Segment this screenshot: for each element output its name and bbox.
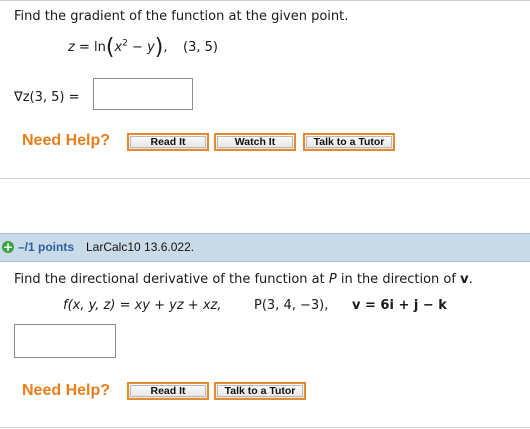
q2-point: P(3, 4, −3), xyxy=(254,298,329,313)
q2-vector: v = 6i + j − k xyxy=(352,298,447,313)
section-divider xyxy=(0,178,530,179)
q1-watch-it-button[interactable]: Watch It xyxy=(214,133,296,151)
q2-question-id: LarCalc10 13.6.022. xyxy=(86,240,195,254)
q1-talk-to-tutor-button[interactable]: Talk to a Tutor xyxy=(303,133,395,151)
q2-header: + –/1 points LarCalc10 13.6.022. xyxy=(0,233,530,262)
q2-need-help: Need Help? xyxy=(22,382,111,399)
q1-equals: = xyxy=(78,40,90,55)
q1-need-help: Need Help? xyxy=(22,132,111,149)
q2-prompt: Find the directional derivative of the f… xyxy=(14,272,473,287)
q1-minus: − xyxy=(132,40,143,55)
q2-prompt-v: v xyxy=(460,272,469,287)
q1-function: z = ln(x2 − y), xyxy=(68,35,168,60)
q2-read-it-button[interactable]: Read It xyxy=(127,382,209,400)
q1-answer-label: ∇z(3, 5) = xyxy=(14,90,80,105)
q2-prompt-end: . xyxy=(468,272,473,287)
q1-ln: ln xyxy=(94,40,106,55)
q1-exponent: 2 xyxy=(122,38,128,49)
q2-func: f(x, y, z) = xy + yz + xz, xyxy=(63,298,222,313)
top-divider xyxy=(0,0,530,1)
q1-z: z xyxy=(68,40,75,55)
q1-point: (3, 5) xyxy=(183,40,218,55)
q1-answer-input[interactable] xyxy=(93,78,193,110)
q2-prompt-start: Find the directional derivative of the f… xyxy=(14,272,329,287)
q2-prompt-P: P xyxy=(328,272,337,287)
q1-y: y xyxy=(147,40,155,55)
q2-points: –/1 points xyxy=(18,240,75,254)
expand-plus-icon[interactable]: + xyxy=(2,241,14,253)
q2-talk-to-tutor-button[interactable]: Talk to a Tutor xyxy=(214,382,306,400)
bottom-divider xyxy=(0,427,530,428)
q1-prompt: Find the gradient of the function at the… xyxy=(14,9,349,24)
q2-answer-input[interactable] xyxy=(14,324,116,358)
q1-close-paren: ) xyxy=(154,35,164,60)
q1-read-it-button[interactable]: Read It xyxy=(127,133,209,151)
q2-prompt-mid: in the direction of xyxy=(336,272,461,287)
q2-function: f(x, y, z) = xy + yz + xz, xyxy=(63,298,221,313)
